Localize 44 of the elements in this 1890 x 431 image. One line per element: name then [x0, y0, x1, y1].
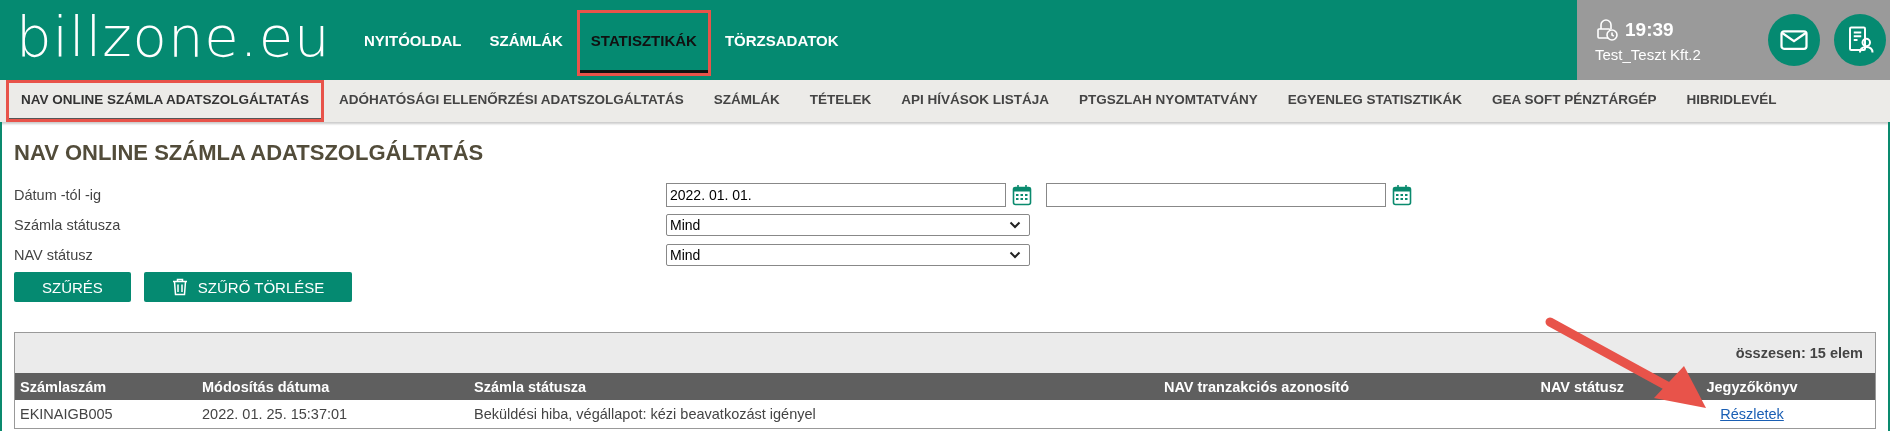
total-count: összesen: 15 elem	[1735, 345, 1863, 361]
filter-label: Dátum -tól -ig	[14, 187, 103, 203]
calendar-icon[interactable]	[1012, 184, 1032, 206]
clear-filter-button[interactable]: SZŰRŐ TÖRLÉSE	[143, 272, 353, 302]
subnav-tab[interactable]: TÉTELEK	[794, 80, 887, 122]
column-header: NAV státusz	[1539, 378, 1625, 395]
column-header: Módosítás dátuma	[201, 378, 331, 395]
subnav-tab[interactable]: HIBRIDLEVÉL	[1671, 80, 1792, 122]
subnav-tab[interactable]: NAV ONLINE SZÁMLA ADATSZOLGÁLTATÁS	[6, 80, 324, 122]
select-dropdown[interactable]: Mind	[666, 214, 1030, 236]
subnav-tab[interactable]: API HÍVÁSOK LISTÁJA	[886, 80, 1064, 122]
filter-label: NAV státusz	[14, 247, 94, 263]
company-name: Test_Teszt Kft.2	[1595, 45, 1702, 63]
trash-icon	[171, 278, 188, 296]
table-cell-text: 2022. 01. 25. 15:37:01	[201, 406, 349, 422]
table-cell-text: EKINAIGB005	[19, 406, 114, 422]
user-document-icon[interactable]	[1834, 14, 1886, 66]
nav-tab[interactable]: SZÁMLÁK	[475, 10, 577, 76]
subnav-tab[interactable]: SZÁMLÁK	[698, 80, 795, 122]
chevron-down-icon	[1009, 221, 1021, 229]
chevron-down-icon	[1009, 251, 1021, 259]
column-header: NAV tranzakciós azonosító	[1162, 378, 1350, 395]
filter-label: Számla státusza	[14, 217, 122, 233]
subnav-tab[interactable]: ADÓHATÓSÁGI ELLENŐRZÉSI ADATSZOLGÁLTATÁS	[324, 80, 699, 122]
details-link[interactable]: Részletek	[1720, 406, 1784, 422]
lock-clock-icon	[1595, 17, 1619, 42]
subnav-tab[interactable]: EGYENLEG STATISZTIKÁK	[1272, 80, 1478, 122]
date-from-field[interactable]: 2022. 01. 01.	[666, 183, 1006, 207]
date-to-field[interactable]	[1046, 183, 1386, 207]
nav-tab[interactable]: NYITÓOLDAL	[350, 10, 476, 76]
page-title: NAV ONLINE SZÁMLA ADATSZOLGÁLTATÁS	[14, 139, 485, 167]
subnav-tab[interactable]: PTGSZLAH NYOMTATVÁNY	[1064, 80, 1273, 122]
column-header: Számla státusza	[473, 378, 588, 395]
column-header: Jegyzőkönyv	[1705, 378, 1799, 395]
filter-button[interactable]: SZŰRÉS	[14, 272, 131, 302]
logo[interactable]: billzone.eu	[0, 0, 336, 80]
nav-tab[interactable]: TÖRZSADATOK	[710, 10, 853, 76]
calendar-icon[interactable]	[1392, 184, 1412, 206]
subnav-tab[interactable]: GEA SOFT PÉNZTÁRGÉP	[1477, 80, 1672, 122]
table-cell-text: Beküldési hiba, végállapot: kézi beavatkozást igényel	[473, 406, 817, 422]
select-dropdown[interactable]: Mind	[666, 244, 1030, 266]
column-header: Számlaszám	[19, 378, 108, 395]
session-time: 19:39	[1625, 18, 1674, 41]
mail-icon[interactable]	[1768, 14, 1820, 66]
